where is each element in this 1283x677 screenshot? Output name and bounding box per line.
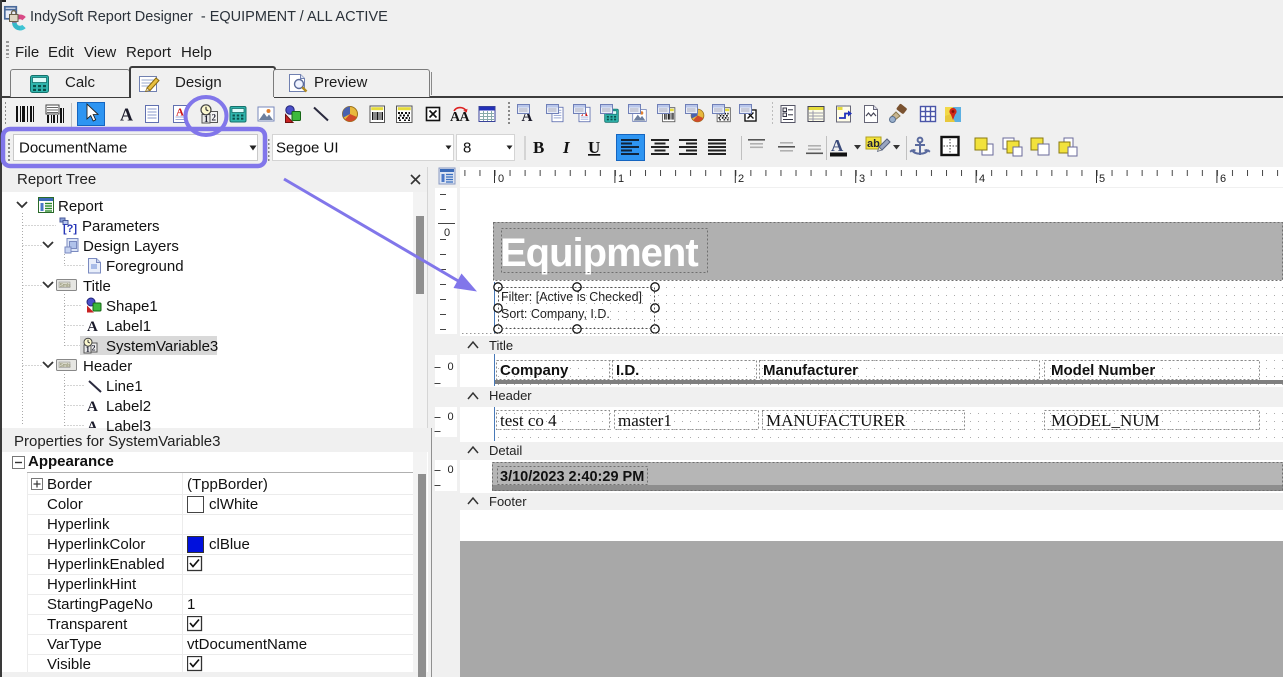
- svg-text:A: A: [831, 136, 844, 155]
- svg-text:4: 4: [979, 173, 985, 185]
- svg-text:8: 8: [463, 140, 471, 157]
- svg-text:3: 3: [859, 173, 865, 185]
- svg-text:0: 0: [498, 173, 504, 185]
- svg-text:Segoe UI: Segoe UI: [276, 140, 339, 157]
- svg-text:0: 0: [444, 227, 450, 239]
- svg-text:DocumentName: DocumentName: [19, 140, 127, 157]
- svg-text:ab: ab: [867, 138, 880, 150]
- svg-text:0: 0: [448, 411, 454, 423]
- svg-text:1: 1: [618, 173, 624, 185]
- svg-text:U: U: [588, 138, 600, 157]
- svg-text:5: 5: [1099, 173, 1105, 185]
- svg-text:6: 6: [1220, 173, 1226, 185]
- svg-text:B: B: [533, 138, 544, 157]
- svg-text:0: 0: [448, 464, 454, 476]
- svg-text:0: 0: [448, 361, 454, 373]
- svg-text:2: 2: [738, 173, 744, 185]
- svg-text:I: I: [562, 138, 571, 157]
